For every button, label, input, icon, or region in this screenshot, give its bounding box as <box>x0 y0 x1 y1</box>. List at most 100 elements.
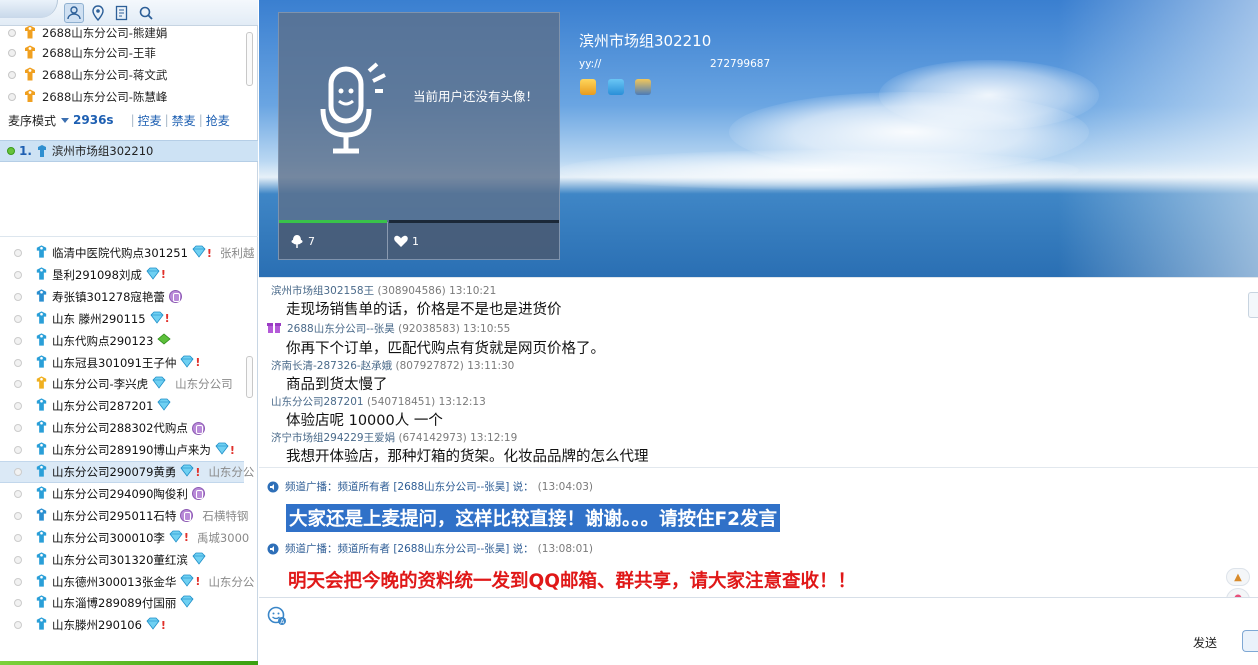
member-row[interactable]: 临清中医院代购点301251! 张利越 <box>0 242 254 264</box>
member-row[interactable]: 山东滕州290106! <box>0 614 244 636</box>
list-item[interactable]: 2688山东分公司-蒋文武 <box>0 64 244 86</box>
member-row[interactable]: 山东分公司-李兴虎 山东分公司 <box>0 373 244 395</box>
gem-icon <box>176 355 194 371</box>
member-row[interactable]: 山东分公司288302代购点 <box>0 417 244 439</box>
role-icon <box>22 44 42 63</box>
yy-link-label[interactable]: yy:// <box>579 58 601 70</box>
search-icon[interactable] <box>136 3 156 23</box>
chevron-up-icon[interactable]: ▲ <box>1226 568 1250 586</box>
broadcast-time: (13:04:03) <box>537 480 594 493</box>
divider <box>387 222 388 259</box>
role-icon <box>34 551 52 569</box>
notes-icon[interactable] <box>112 3 132 23</box>
member-row[interactable]: 山东分公司289190博山卢来为! <box>0 439 244 461</box>
mark-icon: ! <box>195 575 201 588</box>
vip-badge-icon <box>191 421 205 435</box>
ban-mic-button[interactable]: 禁麦 <box>172 112 196 129</box>
speaker-icon <box>267 543 279 554</box>
location-icon[interactable] <box>88 3 108 23</box>
member-name: 2688山东分公司-熊建娟 <box>42 26 168 40</box>
member-list: 临清中医院代购点301251! 张利越 垦利291098刘成! 寿张镇301278寇艳… <box>0 236 258 656</box>
member-row[interactable]: 寿张镇301278寇艳蕾 <box>0 286 244 308</box>
member-row[interactable]: 山东冠县301091王子仲! <box>0 352 244 374</box>
grab-mic-button[interactable]: 抢麦 <box>206 112 230 129</box>
member-list-scrollbar[interactable] <box>246 356 253 398</box>
member-name: 山东滕州290106 <box>52 618 142 633</box>
microphone-icon <box>320 62 386 154</box>
status-dot-icon <box>14 358 22 367</box>
sender-name[interactable]: 2688山东分公司--张昊 <box>287 323 395 335</box>
flower-stat[interactable]: 7 <box>289 233 315 249</box>
sender-name[interactable]: 山东分公司287201 <box>271 396 364 408</box>
list-item[interactable]: 2688山东分公司-陈慧峰 <box>0 86 244 102</box>
role-icon <box>34 375 52 393</box>
bookmark-icon[interactable] <box>635 79 651 95</box>
send-button[interactable]: 发送 <box>1193 634 1217 651</box>
message-time: 13:11:30 <box>467 360 515 372</box>
heart-icon <box>394 235 408 247</box>
vip-badge-icon <box>180 509 194 523</box>
member-row[interactable]: 山东代购点290123 <box>0 330 244 352</box>
banner-fade <box>1058 0 1258 277</box>
twitter-icon[interactable] <box>608 79 624 95</box>
status-dot-icon <box>14 555 22 564</box>
scroll-up-icon[interactable] <box>1248 292 1258 318</box>
chat-bubble-icon[interactable] <box>1242 630 1258 652</box>
mark-icon: ! <box>195 465 201 479</box>
share-icon[interactable] <box>580 79 596 95</box>
member-row[interactable]: 山东 滕州290115! <box>0 308 244 330</box>
progress-track <box>389 220 559 223</box>
message-input-area[interactable]: A 发送 <box>259 597 1258 665</box>
broadcast-time: (13:08:01) <box>537 542 594 555</box>
upper-scrollbar[interactable] <box>246 32 253 86</box>
mark-icon: ! <box>160 268 166 282</box>
status-dot-icon <box>14 292 22 301</box>
status-dot-icon <box>14 621 22 630</box>
heart-stat[interactable]: 1 <box>393 233 419 249</box>
member-name: 2688山东分公司-王菲 <box>42 46 156 60</box>
member-name: 山东分公司301320董红滨 <box>52 552 188 567</box>
role-icon <box>22 88 42 102</box>
member-row[interactable]: 山东德州300013张金华! 山东分公 <box>0 571 254 593</box>
gem-icon <box>153 398 171 414</box>
broadcast-message: 大家还是上麦提问，这样比较直接！谢谢。。。请按住F2发言 <box>286 504 781 532</box>
member-row[interactable]: 山东分公司301320董红滨 <box>0 549 244 571</box>
sender-name[interactable]: 济宁市场组294229王爱娟 <box>271 432 395 444</box>
broadcast-head-text: 频道广播：频道所有者 [2688山东分公司--张昊] 说： <box>285 543 534 555</box>
member-name: 山东分公司300010李 <box>52 530 165 545</box>
leaf-icon <box>153 333 172 348</box>
banner-cloud <box>559 150 1079 190</box>
status-dot-icon <box>8 71 16 79</box>
member-name: 垦利291098刘成 <box>52 267 142 282</box>
divider: | <box>198 113 203 127</box>
member-row[interactable]: 垦利291098刘成! <box>0 264 244 286</box>
contacts-icon[interactable] <box>64 3 84 23</box>
status-dot-icon <box>14 314 22 323</box>
channel-name: 滨州市场组302210 <box>579 32 712 50</box>
member-row[interactable]: 山东分公司287201 <box>0 395 244 417</box>
member-note: 禹城3000 <box>196 530 250 545</box>
member-name: 山东分公司294090陶俊利 <box>52 486 188 501</box>
speaker-avatar-card[interactable]: 当前用户还没有头像！ 7 1 <box>278 12 560 260</box>
emoji-icon[interactable]: A <box>267 606 287 626</box>
chat-history: 滨州市场组302158王 (308904586) 13:10:21 走现场销售单的… <box>259 277 1258 467</box>
gem-icon <box>176 574 194 590</box>
mark-icon: ! <box>206 246 212 260</box>
mic-mode-label[interactable]: 麦序模式 <box>8 112 56 129</box>
sender-name[interactable]: 济南长清-287326-赵承娥 <box>271 360 392 372</box>
member-row[interactable]: 山东分公司294090陶俊利 <box>0 483 244 505</box>
member-name: 寿张镇301278寇艳蕾 <box>52 289 165 304</box>
tab-corner[interactable] <box>0 0 58 18</box>
member-row[interactable]: 山东淄博289089付国丽 <box>0 592 244 614</box>
mic-timer: 2936s <box>73 113 114 127</box>
sender-name[interactable]: 滨州市场组302158王 <box>271 285 374 297</box>
member-row[interactable]: 山东分公司290079黄勇! 山东分公 <box>0 461 254 483</box>
list-item[interactable]: 2688山东分公司-王菲 <box>0 42 244 64</box>
mic-queue-item[interactable]: 1. 滨州市场组302210 <box>0 140 258 162</box>
member-row[interactable]: 山东分公司300010李! 禹城3000 <box>0 527 249 549</box>
chevron-down-icon[interactable] <box>61 117 70 123</box>
sender-id: (540718451) <box>366 396 436 408</box>
member-row[interactable]: 山东分公司295011石特 石横特钢 <box>0 505 248 527</box>
role-icon <box>34 507 52 525</box>
control-mic-button[interactable]: 控麦 <box>138 112 162 129</box>
